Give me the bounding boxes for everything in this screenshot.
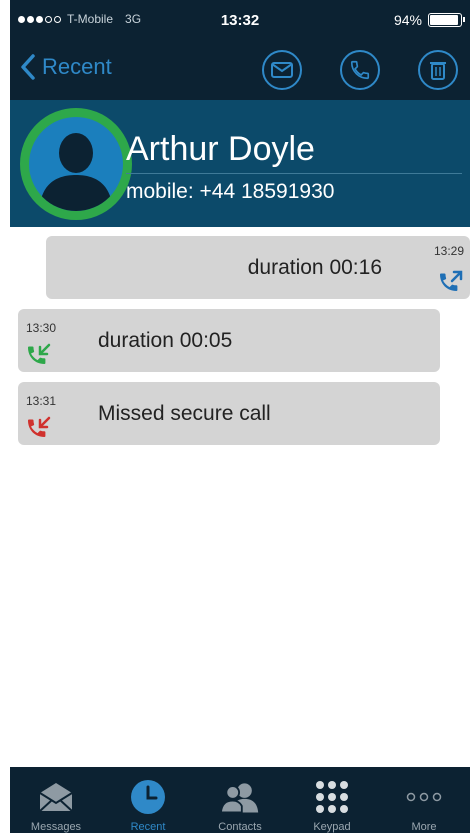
tab-label: Keypad [313, 821, 351, 833]
call-time: 13:29 [433, 244, 464, 258]
tab-keypad[interactable]: Keypad [286, 767, 378, 833]
phone-icon [350, 60, 370, 80]
nav-bar: Recent [10, 40, 470, 100]
tab-label: Recent [130, 821, 166, 833]
contact-phone: mobile: +44 18591930 [126, 180, 335, 203]
clock-icon [128, 777, 168, 817]
tab-more[interactable]: More [378, 767, 470, 833]
battery-percent: 94% [393, 12, 422, 28]
back-button[interactable]: Recent [20, 54, 112, 80]
call-duration: duration 00:16 [247, 256, 382, 279]
contact-header: Arthur Doyle mobile: +44 18591930 [10, 100, 470, 227]
tab-contacts[interactable]: Contacts [194, 767, 286, 833]
back-label: Recent [42, 54, 112, 79]
status-bar: T-Mobile 3G 13:32 94% [10, 0, 470, 40]
call-button[interactable] [340, 50, 380, 90]
contacts-icon [220, 777, 260, 817]
delete-button[interactable] [418, 50, 458, 90]
battery-icon [428, 13, 465, 27]
tab-bar: Messages Recent Contacts Keypad More [10, 767, 470, 833]
status-right: 94% [393, 12, 465, 28]
tab-recent[interactable]: Recent [102, 767, 194, 833]
incoming-call-icon [28, 343, 51, 364]
chevron-left-icon [21, 54, 35, 80]
keypad-icon [312, 777, 352, 817]
phone-screen: T-Mobile 3G 13:32 94% Recent Arthur Doyl… [10, 0, 470, 833]
missed-call-icon [28, 416, 51, 437]
tab-label: Contacts [218, 821, 262, 833]
envelope-icon [271, 62, 293, 78]
contact-name: Arthur Doyle [126, 130, 315, 168]
call-item-outgoing[interactable]: duration 00:16 13:29 [46, 236, 470, 299]
tab-messages[interactable]: Messages [10, 767, 102, 833]
tab-label: More [411, 821, 437, 833]
contact-divider [126, 173, 462, 174]
call-item-missed[interactable]: 13:31 Missed secure call [18, 382, 440, 445]
nav-actions [262, 50, 458, 90]
tab-label: Messages [30, 821, 82, 833]
envelope-icon [36, 777, 76, 817]
call-status: Missed secure call [98, 402, 271, 425]
call-item-incoming[interactable]: 13:30 duration 00:05 [18, 309, 440, 372]
more-icon [404, 777, 444, 817]
message-button[interactable] [262, 50, 302, 90]
person-silhouette-icon [39, 133, 113, 211]
outgoing-call-icon [440, 270, 463, 291]
call-duration: duration 00:05 [98, 329, 233, 352]
avatar[interactable] [20, 108, 132, 220]
call-time: 13:30 [26, 321, 57, 335]
call-time: 13:31 [26, 394, 57, 408]
trash-icon [430, 62, 446, 80]
